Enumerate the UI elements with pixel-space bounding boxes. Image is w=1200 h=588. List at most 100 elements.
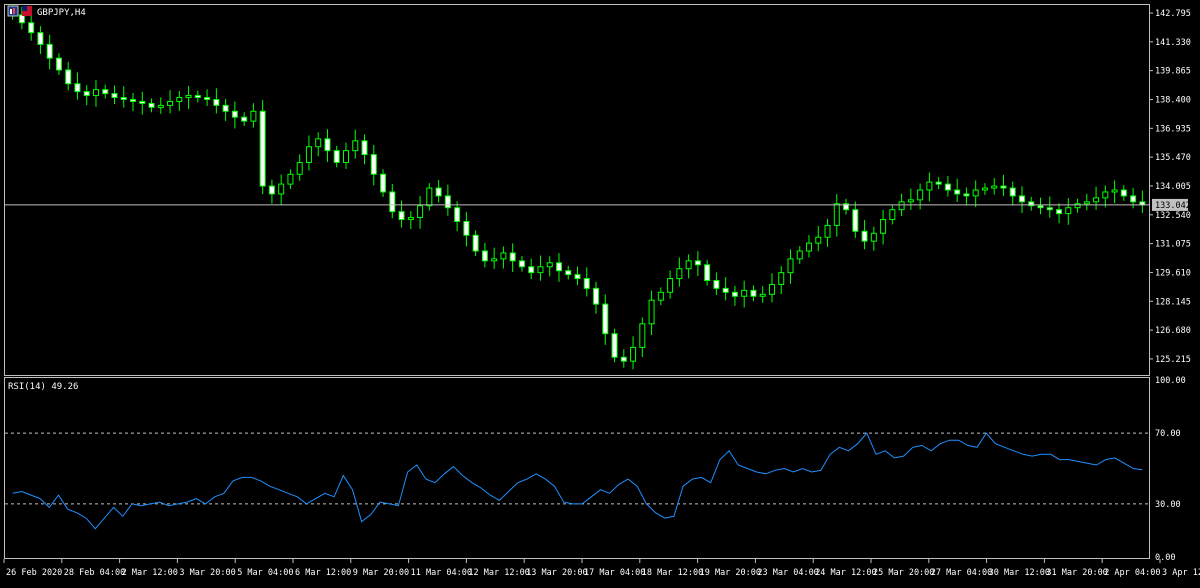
candle — [870, 226, 877, 251]
chart-canvas[interactable]: 142.795 141.330 139.865 138.400 136.935 135.4… — [0, 0, 1200, 584]
price-tick-label: 139.865 — [1155, 67, 1191, 77]
chart-window[interactable]: 142.795 141.330 139.865 138.400 136.935 135.4… — [0, 0, 1200, 584]
candle-body — [917, 189, 924, 201]
rsi-tick-label: 30.00 — [1155, 500, 1181, 510]
price-tick-label: 125.215 — [1155, 355, 1191, 365]
candle — [278, 174, 285, 206]
candle — [1074, 198, 1081, 213]
candle — [472, 230, 479, 256]
candle — [102, 84, 109, 99]
candle — [417, 196, 424, 229]
rsi-indicator-title: RSI(14) 49.26 — [8, 382, 78, 392]
time-tick-label: 31 Mar 20:00 — [1046, 568, 1107, 578]
candle-body — [722, 287, 729, 293]
candle — [537, 255, 544, 281]
candle-body — [815, 236, 822, 244]
candle — [315, 132, 322, 157]
candle-body — [204, 97, 211, 100]
time-tick-label: 19 Mar 20:00 — [700, 568, 761, 578]
candle — [333, 145, 340, 168]
price-tick-label: 128.145 — [1155, 297, 1191, 307]
candle-body — [528, 266, 535, 274]
chart-window-icon[interactable] — [7, 5, 19, 17]
candle-body — [741, 289, 748, 297]
candle — [407, 211, 414, 230]
candle — [741, 280, 748, 308]
candle-body — [1000, 185, 1007, 189]
price-tick-label: 131.075 — [1155, 240, 1191, 250]
candle — [555, 253, 562, 282]
candle-body — [620, 356, 627, 362]
candle — [500, 246, 507, 269]
candle-body — [444, 195, 451, 209]
rsi-tick-label: 70.00 — [1155, 429, 1181, 439]
candle-body — [176, 97, 183, 102]
candle-body — [1120, 189, 1127, 197]
candle — [889, 204, 896, 225]
candle-body — [139, 100, 146, 104]
candle — [130, 92, 137, 112]
candle-body — [546, 262, 553, 268]
time-tick-label: 6 Mar 12:00 — [295, 568, 351, 578]
candle — [204, 89, 211, 106]
rsi-line — [12, 432, 1143, 530]
candle-body — [28, 22, 35, 34]
candle-body — [111, 93, 118, 99]
candle — [1018, 186, 1025, 214]
candle — [815, 226, 822, 252]
candle-body — [361, 140, 368, 156]
candle — [759, 286, 766, 303]
candle — [231, 101, 238, 129]
candle — [630, 336, 637, 370]
candle — [1120, 185, 1127, 201]
candle — [1111, 180, 1118, 204]
candle — [713, 272, 720, 295]
candle — [250, 103, 257, 128]
candle — [46, 34, 53, 70]
candle-body — [685, 260, 692, 270]
price-tick-label: 142.795 — [1155, 9, 1191, 19]
flag-icon[interactable] — [22, 6, 32, 16]
candle — [574, 266, 581, 286]
candle-body — [426, 187, 433, 207]
candle-body — [907, 199, 914, 203]
candle — [991, 177, 998, 195]
candle-body — [278, 183, 285, 195]
candle — [352, 129, 359, 159]
candle-body — [991, 185, 998, 189]
rsi-axis: 100.00 70.00 30.00 0.00 — [1155, 376, 1186, 563]
candle — [74, 72, 81, 100]
candle — [981, 183, 988, 195]
candle-body — [92, 89, 99, 97]
candle — [944, 176, 951, 197]
candle-body — [898, 201, 905, 211]
candle-body — [889, 209, 896, 221]
candle-body — [74, 83, 81, 93]
candle-body — [407, 217, 414, 221]
candle-body — [213, 98, 220, 106]
candle — [954, 178, 961, 203]
candle — [1009, 181, 1016, 206]
time-tick-label: 30 Mar 12:00 — [989, 568, 1050, 578]
candle — [444, 184, 451, 216]
candle — [435, 179, 442, 203]
candle-body — [518, 260, 525, 268]
candle-body — [509, 252, 516, 262]
candle-body — [583, 278, 590, 289]
candle-body — [759, 293, 766, 297]
candle-body — [287, 173, 294, 185]
price-tick-label: 129.610 — [1155, 268, 1191, 278]
candle — [528, 258, 535, 280]
candle-body — [130, 98, 137, 102]
candle — [880, 209, 887, 245]
candle-body — [500, 252, 507, 260]
time-tick-label: 2 Mar 12:00 — [122, 568, 178, 578]
candle — [1028, 196, 1035, 211]
candle-body — [926, 181, 933, 191]
candle-body — [389, 191, 396, 213]
candle — [843, 198, 850, 215]
candle-body — [555, 262, 562, 272]
candle-body — [454, 207, 461, 222]
candle-body — [167, 100, 174, 106]
candle-body — [1130, 195, 1137, 203]
